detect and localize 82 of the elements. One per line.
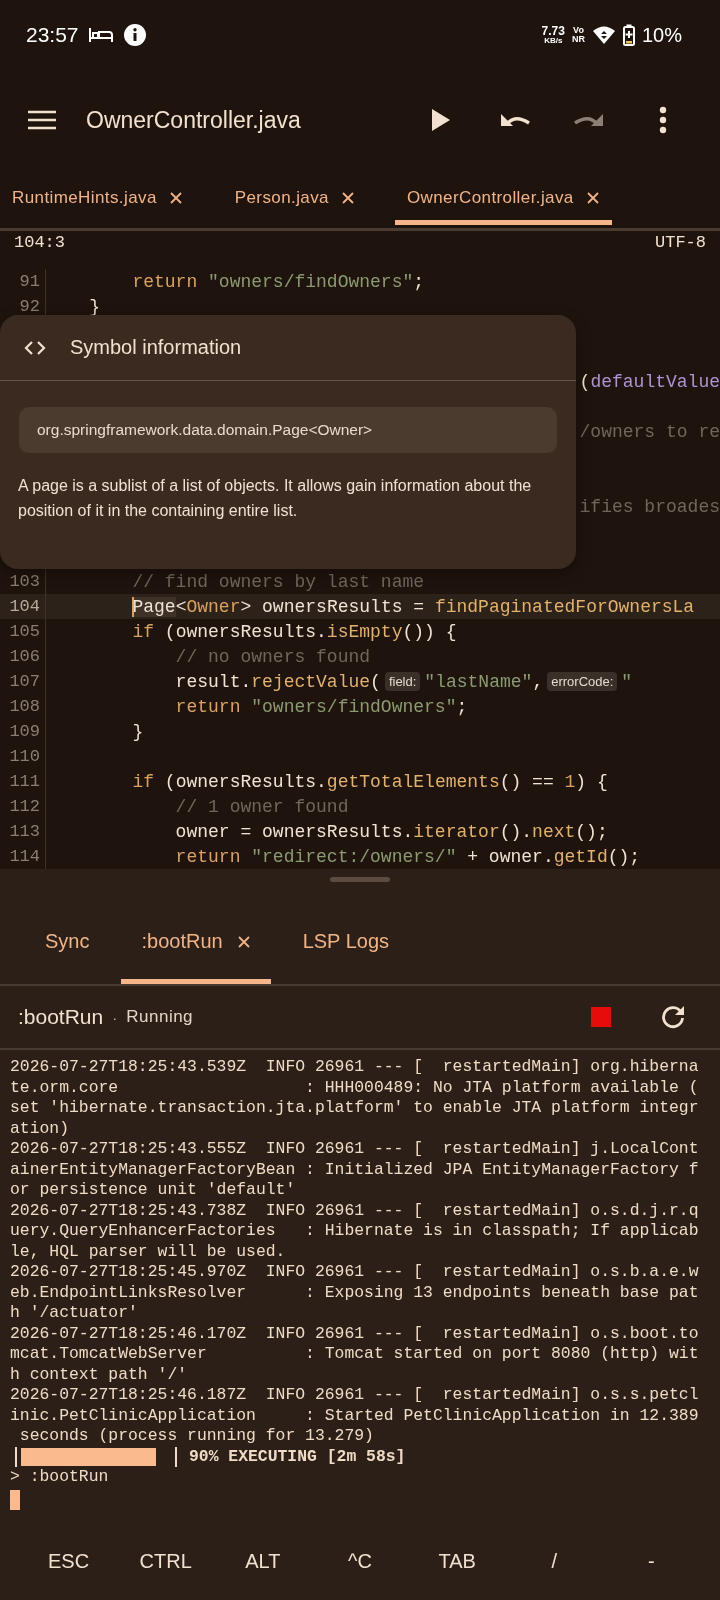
more-icon — [659, 106, 667, 134]
file-tab[interactable]: Person.java — [222, 170, 367, 225]
inlay-hint: errorCode: — [547, 672, 618, 691]
file-tab[interactable]: RuntimeHints.java — [0, 170, 195, 225]
log-entry: 2026-07-27T18:25:46.170Z INFO 26961 --- [ restartedMain] o.s.boot.tomcat.TomcatWebServer : Tomcat started on port 8080 (http) with context path '/' — [10, 1323, 699, 1385]
extra-key[interactable]: ALT — [237, 1545, 289, 1577]
line-number: 112 — [0, 794, 46, 819]
code-text: (defaultValue — [579, 371, 720, 392]
code-text: // 1 owner found — [174, 796, 349, 817]
log-entry: 2026-07-27T18:25:45.970Z INFO 26961 --- [ restartedMain] o.s.b.a.e.web.EndpointLinksResolver : Exposing 13 endpoints beneath base path '/actuator' — [10, 1262, 699, 1324]
line-number: 113 — [0, 819, 46, 844]
code-text: ifies broades — [579, 496, 720, 517]
extra-key[interactable]: TAB — [430, 1545, 484, 1577]
code-text: result.rejectValue( — [174, 671, 381, 692]
clock-time: 23:57 — [26, 23, 79, 47]
log-entry: 2026-07-27T18:25:43.738Z INFO 26961 --- [ restartedMain] o.s.d.j.r.query.QueryEnhancerFactories : Hibernate is in classpath; If applicable, HQL parser will be used. — [10, 1200, 699, 1262]
task-status: Running — [126, 1007, 194, 1027]
file-encoding: UTF-8 — [655, 232, 706, 252]
file-tab[interactable]: OwnerController.java — [394, 170, 612, 225]
symbol-description: A page is a sublist of a list of objects. It allows gain information about the position of it in the containing entire list. — [18, 476, 533, 521]
battery-percent: 10% — [641, 23, 682, 47]
code-icon — [24, 340, 46, 355]
terminal-prompt: > :bootRun — [10, 1467, 109, 1488]
line-number: 106 — [0, 644, 46, 669]
close-icon[interactable] — [236, 934, 251, 949]
line-number: 111 — [0, 769, 46, 794]
code-text: " — [621, 671, 633, 692]
refresh-icon — [660, 1004, 686, 1030]
wifi-icon — [591, 25, 616, 45]
terminal-cursor — [10, 1489, 20, 1510]
panel-tab[interactable]: :bootRun — [121, 899, 271, 984]
close-icon[interactable] — [340, 190, 355, 205]
network-type: NR — [571, 35, 585, 44]
cursor-position: 104:3 — [14, 232, 65, 252]
close-icon[interactable] — [168, 190, 183, 205]
log-entry: 2026-07-27T18:25:43.555Z INFO 26961 --- [ restartedMain] j.LocalContainerEntityManagerFactoryBean : Initialized JPA EntityManagerFactory for persistence unit 'default' — [10, 1139, 699, 1201]
panel-tab[interactable]: Sync — [25, 899, 110, 984]
extra-key[interactable]: ESC — [40, 1545, 98, 1577]
extra-key[interactable]: / — [543, 1545, 566, 1577]
network-speed: 7.73 — [541, 25, 565, 37]
code-text: return "owners/findOwners"; — [131, 271, 425, 292]
battery-icon — [622, 24, 635, 46]
close-icon[interactable] — [585, 190, 600, 205]
file-title: OwnerController.java — [86, 106, 301, 134]
code-text: Page<Owner> ownersResults = findPaginatedForOwnersLa — [131, 596, 695, 617]
code-text: } — [131, 721, 144, 742]
line-number: 109 — [0, 719, 46, 744]
bed-icon — [88, 27, 113, 43]
log-entry: 2026-07-27T18:25:43.539Z INFO 26961 --- [ restartedMain] org.hibernate.orm.core : HHH000489: No JTA platform available (set 'hibernate.transaction.jta.platform' to enable JTA platform integration) — [10, 1057, 699, 1139]
refresh-button[interactable] — [660, 1004, 686, 1030]
code-text: "lastName", — [424, 671, 544, 692]
volte-label: Vo — [573, 26, 584, 35]
drag-handle[interactable] — [330, 877, 390, 882]
code-text: // no owners found — [174, 646, 371, 667]
speed-unit: KB/s — [544, 37, 563, 45]
inlay-hint: field: — [384, 672, 421, 691]
line-number: 110 — [0, 744, 46, 769]
code-text: if (ownersResults.isEmpty()) { — [131, 621, 457, 642]
line-number: 108 — [0, 694, 46, 719]
line-number: 104 — [0, 594, 46, 619]
info-icon — [122, 23, 147, 47]
popup-title: Symbol information — [70, 336, 242, 359]
menu-icon[interactable] — [28, 110, 56, 130]
extra-key[interactable]: ^C — [340, 1545, 380, 1577]
code-text: owner = ownersResults.iterator().next(); — [174, 821, 608, 842]
line-number: 91 — [0, 269, 46, 294]
panel-tab[interactable]: LSP Logs — [282, 899, 409, 984]
progress-text: 90% EXECUTING [2m 58s] — [189, 1446, 406, 1467]
task-name: :bootRun — [18, 1005, 104, 1029]
symbol-signature: org.springframework.data.domain.Page<Owner> — [19, 407, 557, 453]
code-text: /owners to re — [579, 421, 720, 442]
code-text: return "redirect:/owners/" + owner.getId(); — [174, 846, 641, 867]
code-text: if (ownersResults.getTotalElements() == 1) { — [131, 771, 608, 792]
extra-key[interactable]: CTRL — [131, 1545, 200, 1577]
separator-dot: · — [112, 1008, 118, 1026]
play-icon — [431, 108, 451, 132]
extra-key[interactable]: - — [640, 1545, 663, 1577]
line-number: 105 — [0, 619, 46, 644]
code-text: // find owners by last name — [131, 571, 425, 592]
line-number: 107 — [0, 669, 46, 694]
code-text: return "owners/findOwners"; — [174, 696, 468, 717]
log-entry: 2026-07-27T18:25:46.187Z INFO 26961 --- [ restartedMain] o.s.s.petclinic.PetClinicApplication : Started PetClinicApplication in 12.389 seconds (process running for 13.279) — [10, 1385, 699, 1447]
